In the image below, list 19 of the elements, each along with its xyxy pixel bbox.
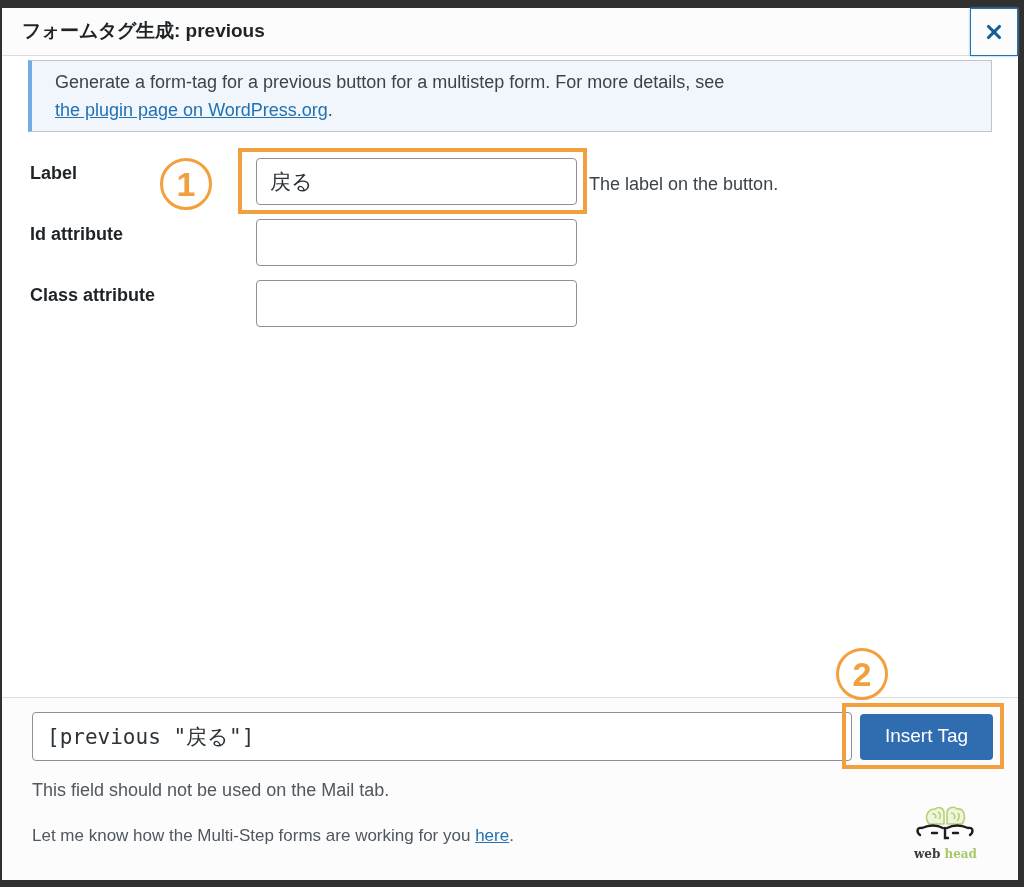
notice-message: Generate a form-tag for a previous button for a multistep form. For more details, see the plugin page on WordPress.org. (28, 60, 992, 132)
logo-wordmark: web head (913, 848, 977, 860)
tag-field[interactable]: [previous "戻る"] (32, 712, 852, 761)
here-link[interactable]: here (475, 826, 510, 845)
field-label: Id attribute (30, 224, 123, 244)
plugin-page-link[interactable]: the plugin page on WordPress.org (55, 100, 328, 120)
text-field[interactable] (256, 219, 577, 266)
insert-tag-button[interactable]: Insert Tag (860, 713, 993, 760)
close-button[interactable] (970, 7, 1018, 56)
field-label: Class attribute (30, 285, 156, 305)
text-field[interactable]: 戻る (256, 158, 577, 205)
step-marker: 2 (836, 647, 888, 700)
dialog-title: フォームタグ生成: previous (22, 19, 265, 44)
feedback-message: Let me know how the Multi-Step forms are working for you here. (32, 825, 514, 847)
field-label: Label (30, 163, 77, 183)
text-field[interactable] (256, 280, 577, 327)
field-description: The label on the button. (589, 173, 779, 195)
mail-note: This field should not be used on the Mail tab. (32, 779, 391, 802)
step-marker: 1 (160, 158, 212, 210)
